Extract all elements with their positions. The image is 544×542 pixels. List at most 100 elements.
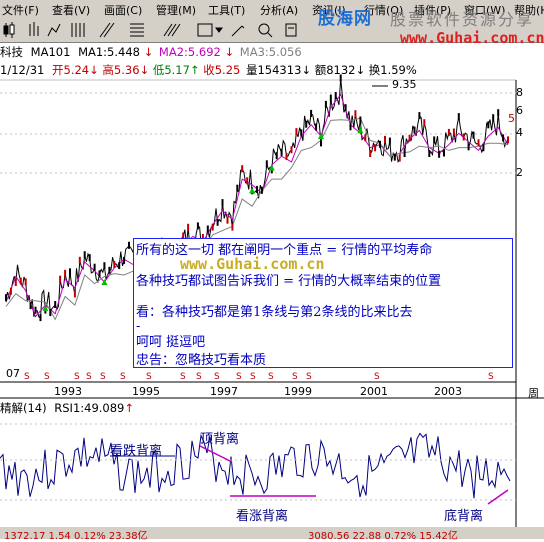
candle — [507, 136, 509, 144]
candle — [226, 216, 229, 224]
candle — [379, 140, 381, 148]
candle — [196, 222, 199, 230]
candle — [462, 133, 465, 141]
s-marker: S — [24, 372, 30, 382]
candle — [98, 270, 101, 278]
s-marker: S — [214, 372, 220, 382]
rsi-title: 精解(14) — [0, 401, 47, 415]
rsi-value: RSI1:49.089 — [54, 401, 125, 415]
candle — [388, 137, 391, 145]
note-line-5: 呵呵 挺逗吧 — [136, 335, 206, 350]
candle — [418, 112, 421, 120]
note-watermark: www.Guhai.com.cn — [180, 255, 325, 273]
candle — [241, 165, 244, 173]
candle — [103, 262, 106, 270]
candle — [290, 146, 293, 154]
candle — [497, 109, 500, 117]
candle — [187, 223, 190, 231]
candle — [221, 199, 224, 207]
candle — [487, 121, 490, 129]
candle — [447, 128, 450, 136]
candle — [477, 139, 480, 147]
candle — [452, 128, 455, 136]
candle — [14, 279, 17, 286]
candle — [457, 113, 460, 121]
buy-marker — [249, 187, 256, 194]
rsi-line — [0, 432, 511, 499]
candle — [108, 266, 111, 274]
candle — [384, 135, 386, 143]
candle — [34, 306, 37, 314]
candle — [334, 92, 337, 99]
candle — [19, 277, 22, 285]
s-marker: S — [196, 372, 202, 382]
x-tick-week[interactable]: 周 — [528, 385, 539, 401]
candle — [408, 134, 411, 142]
candle — [236, 184, 239, 192]
candle — [206, 225, 209, 233]
peak-label: 9.35 — [392, 78, 417, 91]
candle — [374, 144, 377, 152]
note-line-3: 看：各种技巧都是第1条线与第2条线的比来比去 — [136, 305, 413, 320]
candle — [64, 269, 67, 277]
s-marker: S — [44, 372, 50, 382]
s-marker: S — [86, 372, 92, 382]
candle — [393, 153, 396, 161]
candle — [69, 268, 71, 276]
candle — [472, 131, 475, 139]
status-bar: 1372.17 1.54 0.12% 23.38亿 3080.56 22.88 … — [0, 527, 544, 542]
candle — [39, 314, 42, 322]
candle — [49, 309, 52, 317]
s-marker: S — [488, 372, 494, 382]
candle — [428, 150, 431, 157]
candle — [413, 126, 416, 134]
candle — [339, 74, 342, 82]
s-marker: S — [146, 372, 152, 382]
s-marker: S — [100, 372, 106, 382]
status-right: 3080.56 22.88 0.72% 15.42亿 — [308, 531, 458, 542]
candle — [305, 120, 308, 128]
candle — [54, 301, 57, 308]
top-div-label: 顶背离 — [200, 432, 240, 447]
candle — [438, 150, 441, 158]
y-tick-8: 8 — [516, 86, 523, 99]
note-box: 所有的这一切 都在阐明一个重点 = 行情的平均寿命 各种技巧都试图告诉我们 = … — [133, 238, 513, 368]
candle — [295, 128, 298, 136]
candle — [349, 123, 352, 131]
price-marker: 5 — [508, 112, 515, 125]
candle — [492, 114, 495, 122]
s-marker: S — [306, 372, 312, 382]
s-marker: S — [268, 372, 274, 382]
rsi-arrow: ↑ — [124, 401, 135, 415]
candle — [24, 278, 27, 286]
bottom-div-label: 底背离 — [444, 509, 484, 524]
s-marker: S — [236, 372, 242, 382]
candle — [88, 254, 91, 262]
x-tick-2003: 2003 — [434, 385, 462, 398]
candle — [482, 144, 485, 152]
x-tick-1993: 1993 — [54, 385, 82, 398]
rsi-series — [0, 432, 511, 499]
candle — [246, 177, 249, 185]
candle — [300, 129, 303, 137]
candle — [29, 302, 32, 310]
s-marker: S — [292, 372, 298, 382]
rsi-header: 精解(14) RSI1:49.089↑ — [0, 400, 134, 416]
s-marker: S — [74, 372, 80, 382]
candle — [216, 218, 219, 226]
candle — [502, 134, 505, 142]
candle — [364, 134, 367, 142]
y-tick-6: 6 — [516, 104, 523, 117]
candle — [73, 290, 76, 298]
candle — [9, 287, 12, 295]
candle — [285, 152, 288, 160]
candle — [256, 185, 258, 193]
y-tick-2: 2 — [516, 166, 523, 179]
bear-div-label: 看跌背离 — [110, 444, 163, 459]
candle — [59, 275, 62, 283]
status-left: 1372.17 1.54 0.12% 23.38亿 — [4, 531, 148, 542]
s-marker: S — [374, 372, 380, 382]
candle — [320, 139, 322, 147]
candle — [275, 152, 278, 160]
candle — [5, 294, 7, 302]
